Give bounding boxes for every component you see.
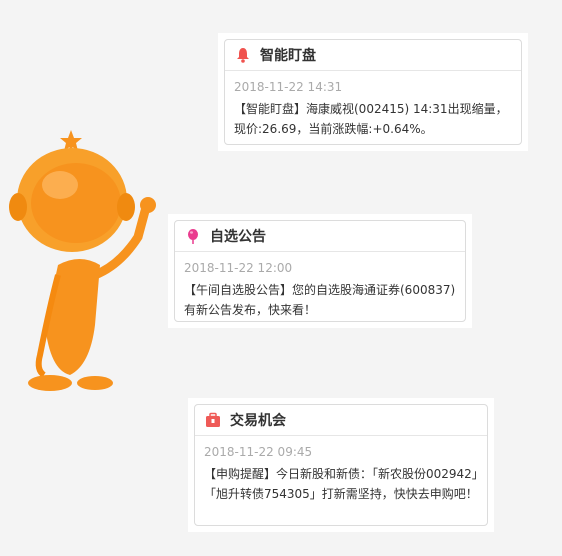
- bell-icon: [235, 47, 251, 63]
- card-time: 2018-11-22 09:45: [204, 445, 313, 459]
- card-time: 2018-11-22 14:31: [234, 80, 343, 94]
- card-title: 自选公告: [210, 229, 266, 245]
- card-message: 【智能盯盘】海康威视(002415) 14:31出现缩量，现价:26.69，当前…: [234, 102, 508, 136]
- card-time: 2018-11-22 12:00: [184, 261, 293, 275]
- notification-card-smart-watch[interactable]: 智能盯盘 2018-11-22 14:31 【智能盯盘】海康威视(002415)…: [218, 33, 528, 151]
- card-title: 智能盯盘: [260, 48, 316, 64]
- card-header: 交易机会: [195, 405, 487, 436]
- card-message: 【午间自选股公告】您的自选股海通证券(600837)有新公告发布，快来看！: [184, 283, 456, 317]
- notification-card-trade-opportunity[interactable]: 交易机会 2018-11-22 09:45 【申购提醒】今日新股和新债：「新农股…: [188, 398, 494, 532]
- card-header: 自选公告: [175, 221, 465, 252]
- card-title: 交易机会: [230, 413, 286, 429]
- card-body: 自选公告 2018-11-22 12:00 【午间自选股公告】您的自选股海通证券…: [174, 220, 466, 322]
- balloon-icon: [185, 228, 201, 244]
- card-body: 智能盯盘 2018-11-22 14:31 【智能盯盘】海康威视(002415)…: [224, 39, 522, 145]
- briefcase-icon: [205, 412, 221, 428]
- notification-card-watchlist-announcement[interactable]: 自选公告 2018-11-22 12:00 【午间自选股公告】您的自选股海通证券…: [168, 214, 472, 328]
- mascot-illustration: [9, 130, 156, 391]
- card-body: 交易机会 2018-11-22 09:45 【申购提醒】今日新股和新债：「新农股…: [194, 404, 488, 526]
- card-header: 智能盯盘: [225, 40, 521, 71]
- card-message: 【申购提醒】今日新股和新债：「新农股份002942」「旭升转债754305」打新…: [204, 467, 478, 501]
